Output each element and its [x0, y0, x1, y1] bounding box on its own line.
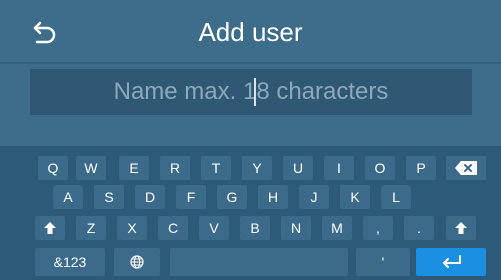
key-m-label: M	[331, 220, 343, 236]
key-v-label: V	[209, 220, 219, 236]
key-q-label: Q	[47, 160, 59, 176]
key-t[interactable]: T	[201, 156, 231, 180]
key-f[interactable]: F	[176, 185, 206, 209]
key-r[interactable]: R	[160, 156, 190, 180]
key-w-label: W	[84, 160, 98, 176]
on-screen-keyboard: Q W E R T Y U I O P A S D F G H J K L Z …	[0, 146, 501, 280]
key-p[interactable]: P	[406, 156, 436, 180]
key-t-label: T	[211, 160, 221, 176]
key-z-label: Z	[86, 220, 96, 236]
key-h-label: H	[267, 189, 279, 205]
key-b[interactable]: B	[240, 216, 270, 240]
key-h[interactable]: H	[258, 185, 288, 209]
symbols-mode-label: &123	[53, 254, 87, 270]
key-q[interactable]: Q	[38, 156, 68, 180]
key-d-label: D	[144, 189, 156, 205]
key-z[interactable]: Z	[76, 216, 106, 240]
key-j-label: J	[310, 189, 318, 205]
key-apostrophe[interactable]: '	[356, 248, 410, 276]
key-e-label: E	[129, 160, 139, 176]
key-y-label: Y	[252, 160, 262, 176]
shift-key-left[interactable]	[35, 216, 65, 240]
key-b-label: B	[250, 220, 260, 236]
name-input[interactable]	[30, 69, 472, 115]
shift-icon	[455, 222, 467, 234]
shift-key-right[interactable]	[446, 216, 476, 240]
backspace-icon	[455, 161, 477, 175]
key-g-label: G	[226, 189, 238, 205]
key-v[interactable]: V	[199, 216, 229, 240]
key-s-label: S	[104, 189, 114, 205]
key-w[interactable]: W	[76, 156, 106, 180]
language-key[interactable]	[114, 248, 160, 276]
backspace-key[interactable]	[446, 156, 486, 180]
header-divider	[0, 62, 501, 64]
key-apostrophe-label: '	[381, 254, 385, 270]
key-x[interactable]: X	[117, 216, 147, 240]
key-l[interactable]: L	[381, 185, 411, 209]
key-c[interactable]: C	[158, 216, 188, 240]
key-period-label: .	[417, 220, 421, 236]
key-o[interactable]: O	[365, 156, 395, 180]
key-u[interactable]: U	[283, 156, 313, 180]
key-y[interactable]: Y	[242, 156, 272, 180]
key-comma[interactable]: ,	[363, 216, 393, 240]
shift-icon	[44, 222, 56, 234]
key-m[interactable]: M	[322, 216, 352, 240]
key-r-label: R	[169, 160, 181, 176]
key-n-label: N	[290, 220, 302, 236]
page-title: Add user	[198, 17, 303, 47]
key-j[interactable]: J	[299, 185, 329, 209]
key-a[interactable]: A	[53, 185, 83, 209]
key-s[interactable]: S	[94, 185, 124, 209]
key-x-label: X	[127, 220, 137, 236]
key-i-label: I	[337, 160, 341, 176]
globe-icon	[130, 255, 144, 269]
key-i[interactable]: I	[324, 156, 354, 180]
key-k-label: K	[350, 189, 360, 205]
key-d[interactable]: D	[135, 185, 165, 209]
enter-icon	[443, 255, 461, 268]
enter-key[interactable]	[416, 248, 486, 276]
text-cursor	[254, 78, 256, 106]
key-u-label: U	[292, 160, 304, 176]
key-o-label: O	[374, 160, 386, 176]
space-key[interactable]	[170, 248, 348, 276]
key-period[interactable]: .	[404, 216, 434, 240]
key-k[interactable]: K	[340, 185, 370, 209]
header-bar: Add user	[0, 0, 501, 60]
symbols-mode-key[interactable]: &123	[35, 248, 105, 276]
key-p-label: P	[416, 160, 426, 176]
key-comma-label: ,	[376, 220, 380, 236]
key-n[interactable]: N	[281, 216, 311, 240]
key-e[interactable]: E	[119, 156, 149, 180]
key-f-label: F	[186, 189, 196, 205]
key-c-label: C	[167, 220, 179, 236]
key-a-label: A	[63, 189, 73, 205]
key-l-label: L	[392, 189, 400, 205]
key-g[interactable]: G	[217, 185, 247, 209]
